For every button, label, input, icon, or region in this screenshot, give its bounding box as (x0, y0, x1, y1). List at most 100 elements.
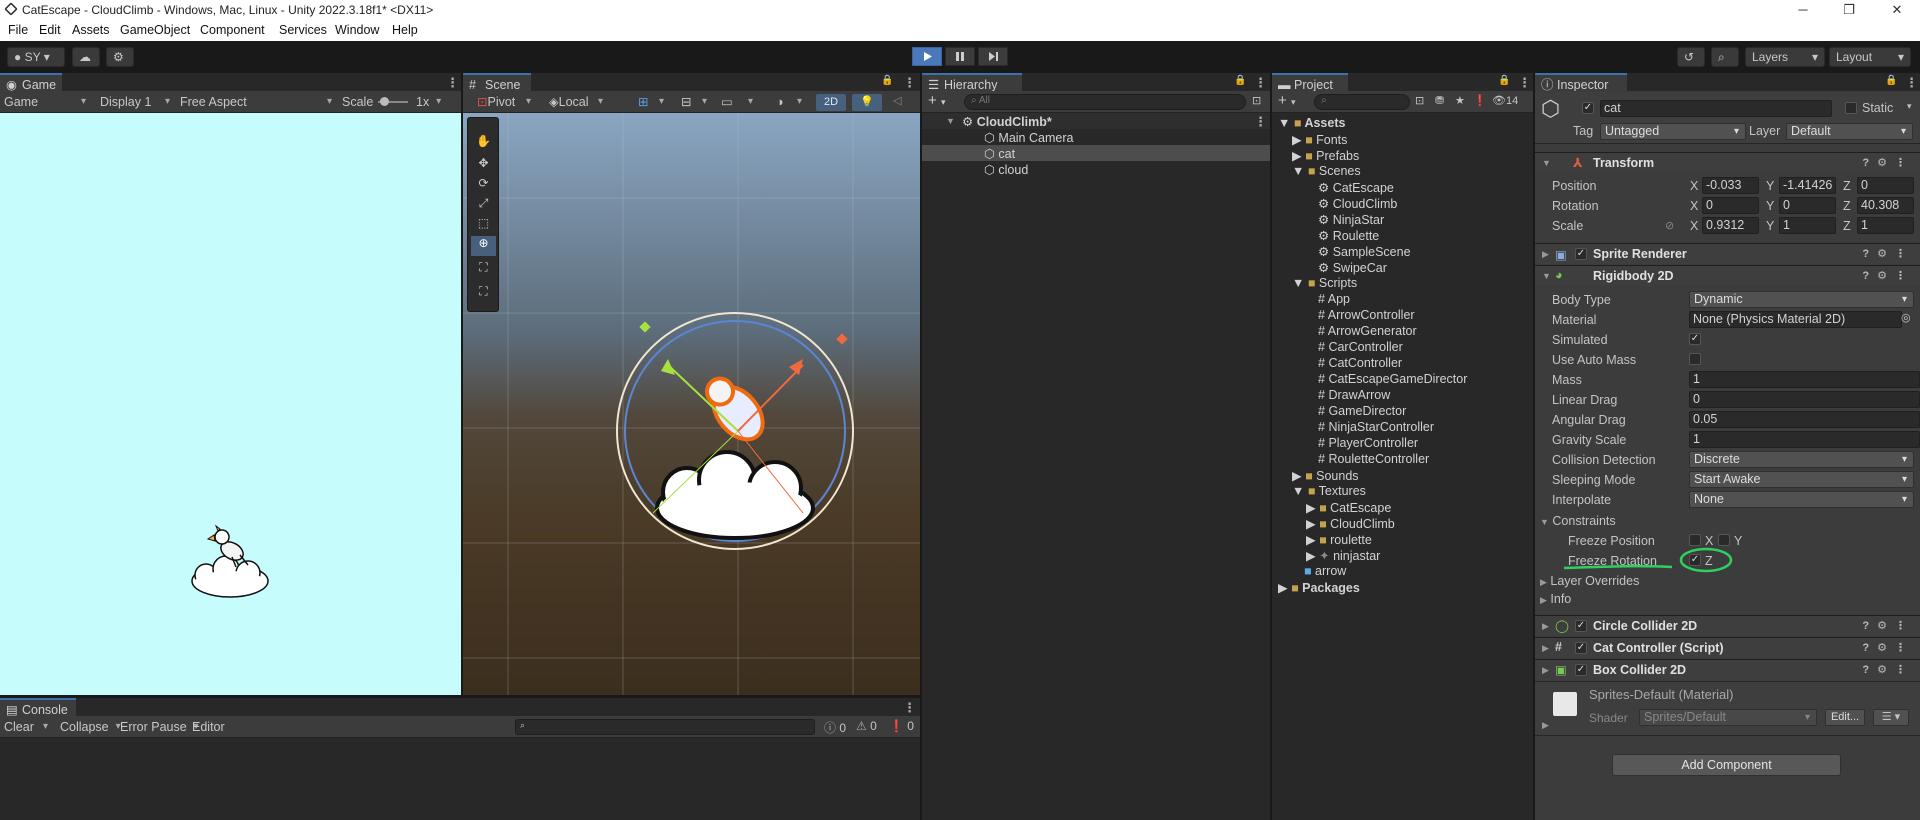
hierarchy-selected-row[interactable] (922, 145, 1270, 161)
simulated-checkbox[interactable]: ✓ (1689, 333, 1701, 345)
display-dropdown[interactable]: Display 1 (100, 93, 170, 111)
pause-button[interactable] (945, 47, 975, 66)
script-asset[interactable]: # PlayerController (1318, 436, 1418, 450)
texture-ninjastar[interactable]: ▶ ✦ ninjastar (1306, 548, 1380, 563)
layer-overrides-foldout[interactable]: ▶ Layer Overrides (1540, 574, 1639, 588)
save-search-icon[interactable]: ★ (1455, 94, 1465, 107)
component-actions-icon[interactable]: ?⚙⋮ (1862, 269, 1914, 282)
tab-hierarchy[interactable]: ☰ Hierarchy (922, 73, 1022, 93)
project-menu-icon[interactable]: ⋮ (1518, 75, 1531, 91)
scene-root-menu-icon[interactable]: ⋮ (1254, 114, 1267, 130)
body-type-dropdown[interactable]: Dynamic (1689, 291, 1914, 308)
rotation-z-field[interactable]: 40.308 (1857, 197, 1914, 214)
cloud-button[interactable]: ☁ (72, 47, 100, 67)
folder-prefabs[interactable]: ▶ ■ Prefabs (1292, 148, 1359, 163)
mass-field[interactable]: 1 (1689, 371, 1920, 388)
folder-scenes[interactable]: ▼ ■ Scenes (1292, 164, 1361, 178)
gravity-scale-field[interactable]: 1 (1689, 431, 1920, 448)
folder-packages[interactable]: ▶ ■ Packages (1278, 580, 1360, 595)
search-button[interactable]: ⌕ (1711, 47, 1739, 67)
scene-asset[interactable]: ⚙ Roulette (1318, 228, 1379, 243)
close-button[interactable]: ✕ (1874, 0, 1920, 20)
use-auto-mass-checkbox[interactable] (1689, 353, 1701, 365)
menu-file[interactable]: File (8, 23, 28, 37)
folder-texture-sub[interactable]: ▶ ■ roulette (1306, 532, 1372, 547)
layer-dropdown[interactable]: Default (1786, 123, 1913, 140)
folder-texture-sub[interactable]: ▶ ■ CloudClimb (1306, 516, 1395, 531)
object-name-input[interactable]: cat (1600, 100, 1832, 117)
clear-button[interactable]: Clear (4, 718, 48, 736)
game-mode-dropdown[interactable]: Game (4, 93, 86, 111)
package-icon[interactable]: ❗ (1473, 94, 1487, 107)
collab-button[interactable]: ⚙ (106, 47, 134, 67)
hierarchy-scene-root[interactable]: ▼ ⚙ CloudClimb* (946, 114, 1052, 129)
add-component-button[interactable]: Add Component (1612, 754, 1841, 776)
static-dropdown[interactable]: ▾ (1907, 101, 1912, 112)
position-z-field[interactable]: 0 (1857, 177, 1914, 194)
circle-collider-header[interactable]: ▶ ◯ ✓ Circle Collider 2D ?⚙⋮ (1535, 615, 1920, 636)
search-by-type-icon[interactable]: ⊡ (1415, 94, 1424, 107)
rotation-y-field[interactable]: 0 (1779, 197, 1836, 214)
rotation-x-field[interactable]: 0 (1702, 197, 1759, 214)
menu-services[interactable]: Services (279, 23, 327, 37)
maximize-button[interactable]: ❐ (1826, 0, 1872, 20)
tab-game[interactable]: ◉ Game (0, 73, 62, 93)
script-asset[interactable]: # CatEscapeGameDirector (1318, 372, 1467, 386)
rigidbody-header[interactable]: ▼ ◕ Rigidbody 2D ?⚙⋮ (1535, 265, 1920, 286)
game-menu-icon[interactable]: ⋮ (446, 75, 459, 91)
console-search-input[interactable]: ⌕ (515, 719, 815, 735)
scale-slider[interactable] (378, 97, 408, 106)
search-by-label-icon[interactable]: ⛃ (1435, 94, 1444, 107)
cat-controller-header[interactable]: ▶ # ✓ Cat Controller (Script) ?⚙⋮ (1535, 637, 1920, 658)
static-checkbox[interactable] (1845, 102, 1857, 114)
hierarchy-item-cloud[interactable]: ⬡ cloud (984, 162, 1028, 177)
shading-dropdown[interactable]: ◑ (776, 93, 802, 111)
box-collider-checkbox[interactable]: ✓ (1575, 664, 1587, 676)
pivot-dropdown[interactable]: ⊡Pivot (477, 93, 531, 111)
warning-count[interactable]: ⚠ 0 (856, 719, 877, 733)
console-menu-icon[interactable]: ⋮ (903, 700, 916, 716)
game-view[interactable] (0, 113, 461, 695)
shader-edit-button[interactable]: Edit... (1825, 709, 1865, 726)
script-asset[interactable]: # CarController (1318, 340, 1403, 354)
scene-asset[interactable]: ⚙ SampleScene (1318, 244, 1411, 259)
grid-snap-dropdown[interactable]: ⊞ (638, 93, 664, 111)
hierarchy-item-cat[interactable]: ⬡ cat (984, 146, 1015, 161)
error-pause-button[interactable]: Error Pause (120, 718, 198, 736)
angular-drag-field[interactable]: 0.05 (1689, 411, 1920, 428)
constrain-proportions-icon[interactable]: ⊘ (1665, 219, 1674, 232)
folder-assets[interactable]: ▼ ■ Assets (1278, 116, 1345, 130)
custom-tool-icon[interactable]: ⛶ (471, 260, 496, 280)
scene-asset[interactable]: ⚙ CatEscape (1318, 180, 1394, 195)
menu-gameobject[interactable]: GameObject (120, 23, 190, 37)
folder-fonts[interactable]: ▶ ■ Fonts (1292, 132, 1347, 147)
scale-x-field[interactable]: 0.9312 (1702, 217, 1759, 234)
object-picker-icon[interactable]: ◎ (1901, 311, 1911, 324)
component-actions-icon[interactable]: ?⚙⋮ (1862, 156, 1914, 169)
transform-header[interactable]: ▼ ⅄ Transform ?⚙⋮ (1535, 152, 1920, 173)
tab-console[interactable]: ▤ Console (0, 698, 76, 718)
aspect-dropdown[interactable]: Free Aspect (180, 93, 332, 111)
lighting-toggle[interactable]: 💡 (852, 94, 882, 111)
layers-dropdown[interactable]: Layers ▾ (1745, 47, 1825, 67)
hierarchy-add-button[interactable]: + ▾ (928, 92, 945, 109)
sprite-renderer-header[interactable]: ▶ ▣ ✓ Sprite Renderer ?⚙⋮ (1535, 243, 1920, 264)
log-count[interactable]: ⓘ 0 (824, 719, 846, 736)
hand-tool-icon[interactable]: ✋ (471, 134, 496, 154)
shader-dropdown[interactable]: Sprites/Default (1639, 709, 1817, 726)
folder-sounds[interactable]: ▶ ■ Sounds (1292, 468, 1359, 483)
layout-dropdown[interactable]: Layout ▾ (1829, 47, 1911, 67)
play-button[interactable] (912, 47, 942, 66)
hierarchy-menu-icon[interactable]: ⋮ (1254, 75, 1267, 91)
collapse-button[interactable]: Collapse (60, 718, 120, 736)
menu-help[interactable]: Help (392, 23, 418, 37)
hierarchy-filter-icon[interactable]: ⊡ (1252, 94, 1261, 107)
scene-asset[interactable]: ⚙ CloudClimb (1318, 196, 1397, 211)
position-x-field[interactable]: -0.033 (1702, 177, 1759, 194)
linear-drag-field[interactable]: 0 (1689, 391, 1920, 408)
script-asset[interactable]: # CatController (1318, 356, 1402, 370)
menu-assets[interactable]: Assets (72, 23, 110, 37)
history-button[interactable]: ↺ (1677, 47, 1705, 67)
box-collider-header[interactable]: ▶ ▣ ✓ Box Collider 2D ?⚙⋮ (1535, 659, 1920, 680)
rect-tool-icon[interactable]: ⬚ (471, 216, 496, 236)
